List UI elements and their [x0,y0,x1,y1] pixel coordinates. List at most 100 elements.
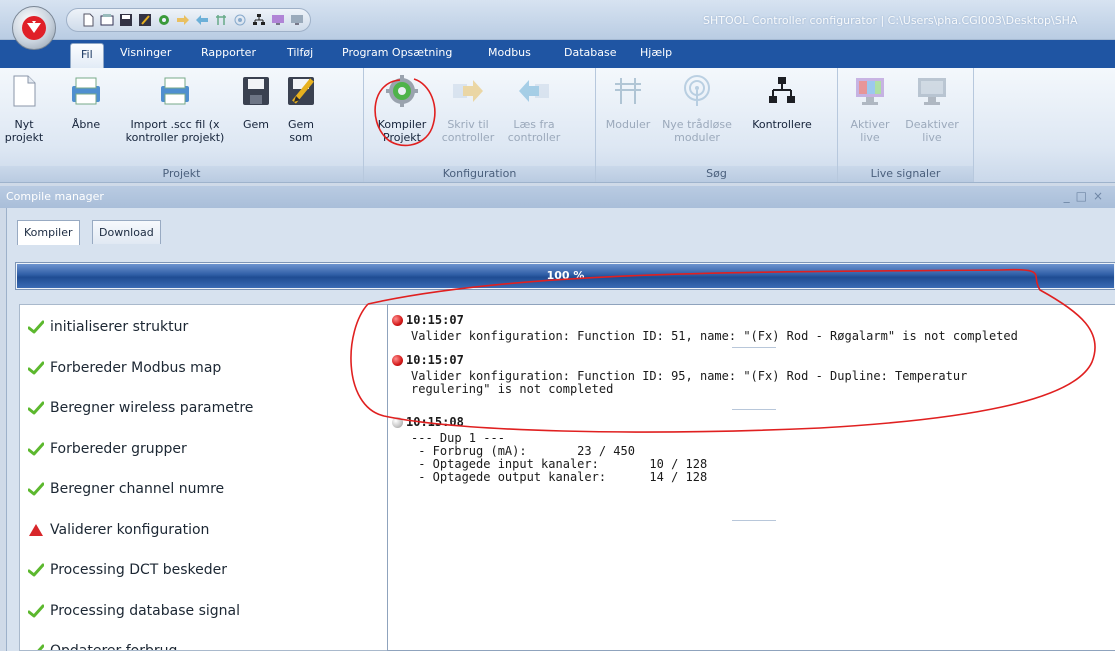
save-icon [243,77,269,105]
save-as-button[interactable]: Gem som [280,74,322,144]
group-konfiguration: Kompiler Projekt Skriv til controller Læ… [364,68,596,182]
list-item: initialiserer struktur [28,317,188,337]
tab-rapporter[interactable]: Rapporter [201,46,256,59]
save-as-icon[interactable] [138,13,152,27]
activate-live-button[interactable]: Aktiver live [846,74,894,144]
network-icon [769,77,795,103]
list-item: Forbereder Modbus map [28,358,221,378]
group-label-soeg: Søg [596,166,837,182]
list-item: Beregner channel numre [28,479,224,499]
wireless-icon[interactable] [233,13,247,27]
read-from-controller-button[interactable]: Læs fra controller [504,74,564,144]
minimize-icon[interactable]: _ [1064,189,1076,203]
tab-hjaelp[interactable]: Hjælp [640,46,672,59]
save-as-icon [288,77,314,105]
tab-database[interactable]: Database [564,46,617,59]
tab-visninger[interactable]: Visninger [120,46,171,59]
group-soeg: Moduler Nye trådløse moduler Kontrollere… [596,68,838,182]
ribbon-tab-bar: Fil Visninger Rapporter Tilføj Program O… [0,40,1115,68]
log-separator [732,520,776,521]
error-icon [392,354,403,366]
read-icon[interactable] [195,13,209,27]
checkmark-icon [37,644,44,650]
new-icon[interactable] [81,13,95,27]
compile-icon [386,75,418,107]
step-label: Processing database signal [50,602,240,619]
controllers-button[interactable]: Kontrollere [746,74,818,131]
open-button[interactable]: Åbne [62,74,110,131]
write-icon[interactable] [176,13,190,27]
list-item: Forbereder grupper [28,439,187,459]
step-label: Beregner channel numre [50,481,225,497]
tab-download[interactable]: Download [92,220,161,244]
new-project-icon [13,75,36,107]
progress-bar: 100 % [15,262,1115,290]
warning-icon [29,523,43,536]
step-label: Validerer konfiguration [50,521,210,538]
write-icon [453,80,483,102]
step-label: Forbereder Modbus map [50,359,222,376]
checkmark-icon [28,361,44,374]
compile-log[interactable]: 10:15:07 Valider konfiguration: Function … [387,304,1115,651]
new-project-button[interactable]: Nyt projekt [0,74,48,144]
log-line: - Optagede output kanaler: 14 / 128 [411,470,708,484]
wireless-icon [684,75,710,106]
list-item: Processing database signal [28,601,240,621]
live-icon[interactable] [271,13,285,27]
checkmark-icon [28,563,44,577]
close-icon[interactable]: × [1093,189,1109,203]
log-entry: 10:15:08 --- Dup 1 --- - Forbrug (mA): 23… [392,415,707,484]
checkmark-icon [28,401,44,415]
group-live-signaler: Aktiver live Deaktiver live Live signale… [838,68,974,182]
open-icon[interactable] [100,13,114,27]
tab-modbus[interactable]: Modbus [488,46,531,59]
group-projekt: Nyt projekt Åbne Import .scc fil (x kont… [0,68,364,182]
info-icon [392,416,403,428]
panel-title: Compile manager [6,190,104,203]
read-icon [519,80,549,102]
step-label: initialiserer struktur [50,319,189,335]
log-line: regulering" is not completed [411,382,614,396]
network-icon[interactable] [252,13,266,27]
panel-window-controls: _□× [1064,189,1109,203]
group-label-live-signaler: Live signaler [838,166,973,182]
list-item: Validerer konfiguration [28,520,209,540]
write-to-controller-button[interactable]: Skriv til controller [438,74,498,144]
app-menu-button[interactable] [12,6,56,50]
checkmark-icon [28,482,44,496]
log-separator [732,409,776,410]
checkmark-icon [28,604,44,617]
log-timestamp: 10:15:07 [406,313,464,327]
step-label: Opdaterer forbrug [50,643,178,651]
checkmark-icon [28,320,44,334]
log-separator [732,347,776,348]
save-button[interactable]: Gem [236,74,276,131]
open-icon [72,77,100,105]
step-label: Processing DCT beskeder [50,562,228,578]
modules-icon [615,78,641,104]
tab-tilfoej[interactable]: Tilføj [287,46,313,59]
ribbon: Nyt projekt Åbne Import .scc fil (x kont… [0,68,1115,183]
group-label-projekt: Projekt [0,166,363,182]
tab-fil[interactable]: Fil [70,43,104,68]
new-wireless-modules-button[interactable]: Nye trådløse moduler [656,74,738,144]
panel-title-bar: Compile manager _□× [0,186,1115,208]
compile-icon[interactable] [157,13,171,27]
error-icon [392,314,403,326]
modules-icon[interactable] [214,13,228,27]
monitor-on-icon [856,78,884,105]
tab-kompiler[interactable]: Kompiler [17,220,80,245]
log-line: Valider konfiguration: Function ID: 51, … [411,329,1018,343]
deactivate-live-button[interactable]: Deaktiver live [902,74,962,144]
import-scc-button[interactable]: Import .scc fil (x kontroller projekt) [114,74,236,144]
checkmark-icon [28,442,44,455]
modules-button[interactable]: Moduler [602,74,654,131]
deactivate-icon[interactable] [290,13,304,27]
progress-label: 100 % [546,269,585,282]
list-item: Opdaterer forbrug [28,641,178,651]
compile-project-button[interactable]: Kompiler Projekt [370,74,434,144]
maximize-icon[interactable]: □ [1076,189,1093,203]
save-icon[interactable] [119,13,133,27]
tab-program-opsaetning[interactable]: Program Opsætning [342,46,452,59]
group-label-konfiguration: Konfiguration [364,166,595,182]
